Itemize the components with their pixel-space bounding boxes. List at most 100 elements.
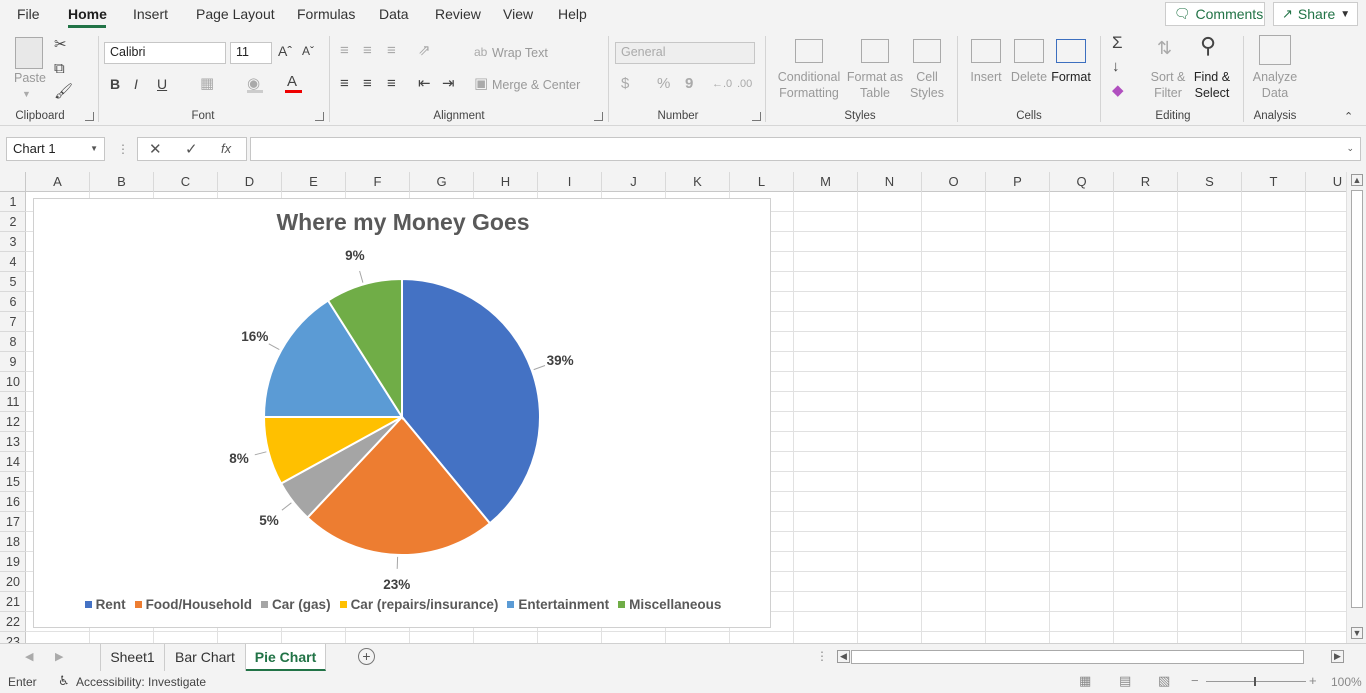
data-label-car-gas[interactable]: 5% <box>259 513 279 528</box>
number-launcher-icon[interactable] <box>752 112 761 121</box>
insert-function-button[interactable]: fx <box>221 141 231 156</box>
font-color-button[interactable]: A <box>287 73 297 91</box>
column-header[interactable]: Q <box>1050 172 1114 192</box>
column-header[interactable]: A <box>26 172 90 192</box>
sheet-tab-bar-chart[interactable]: Bar Chart <box>165 644 246 671</box>
align-center-icon[interactable]: ≡ <box>363 75 372 93</box>
column-header[interactable]: D <box>218 172 282 192</box>
row-header[interactable]: 10 <box>0 372 26 392</box>
row-header[interactable]: 1 <box>0 192 26 212</box>
data-label-miscellaneous[interactable]: 9% <box>345 248 365 263</box>
analyze-data-label-2[interactable]: Data <box>1250 85 1300 101</box>
column-header[interactable]: I <box>538 172 602 192</box>
column-header[interactable]: P <box>986 172 1050 192</box>
row-header[interactable]: 18 <box>0 532 26 552</box>
page-layout-view-icon[interactable]: ▤ <box>1119 673 1131 689</box>
column-header[interactable]: J <box>602 172 666 192</box>
find-select-icon[interactable]: ⚲ <box>1200 35 1216 57</box>
percent-button[interactable]: % <box>657 75 670 93</box>
paste-button-label[interactable]: Paste <box>10 70 50 86</box>
clipboard-launcher-icon[interactable] <box>85 112 94 121</box>
column-header[interactable]: N <box>858 172 922 192</box>
zoom-in-icon[interactable]: + <box>1309 673 1317 688</box>
column-header[interactable]: O <box>922 172 986 192</box>
menu-formulas[interactable]: Formulas <box>297 6 355 22</box>
row-header[interactable]: 3 <box>0 232 26 252</box>
font-name-select[interactable]: Calibri <box>104 42 226 64</box>
accessibility-icon[interactable]: ♿ <box>58 673 70 689</box>
cancel-icon[interactable]: ✕ <box>149 140 162 158</box>
collapse-ribbon-icon[interactable]: ⌃ <box>1344 108 1353 126</box>
delete-cells-button[interactable]: Delete <box>1007 69 1051 85</box>
align-bottom-icon[interactable]: ≡ <box>387 42 396 60</box>
row-header[interactable]: 16 <box>0 492 26 512</box>
insert-cells-icon[interactable] <box>971 39 1001 63</box>
legend-entry-food-household[interactable]: Food/Household <box>134 597 252 612</box>
orientation-icon[interactable]: ⇗ <box>418 42 431 60</box>
data-label-rent[interactable]: 39% <box>547 353 574 368</box>
share-button[interactable]: ↗ Share ▼ <box>1273 2 1358 26</box>
conditional-formatting-label-2[interactable]: Formatting <box>773 85 845 101</box>
column-header[interactable]: B <box>90 172 154 192</box>
align-right-icon[interactable]: ≡ <box>387 75 396 93</box>
comments-button[interactable]: 🗨 Comments <box>1165 2 1265 26</box>
italic-button[interactable]: I <box>134 75 138 93</box>
conditional-formatting-icon[interactable] <box>795 39 823 63</box>
scroll-left-icon[interactable]: ◀ <box>837 650 850 663</box>
format-cells-icon[interactable] <box>1056 39 1086 63</box>
merge-center-icon[interactable]: ▣ <box>474 75 488 93</box>
cell-styles-label-1[interactable]: Cell <box>906 69 948 85</box>
underline-button[interactable]: U <box>157 75 167 93</box>
normal-view-icon[interactable]: ▦ <box>1079 673 1091 689</box>
row-header[interactable]: 7 <box>0 312 26 332</box>
merge-center-button[interactable]: Merge & Center <box>492 77 580 93</box>
more-options-icon[interactable]: ⋮ <box>117 142 129 156</box>
format-as-table-label-1[interactable]: Format as <box>846 69 904 85</box>
name-box[interactable]: Chart 1 ▼ <box>6 137 105 161</box>
column-header[interactable]: L <box>730 172 794 192</box>
align-top-icon[interactable]: ≡ <box>340 42 349 60</box>
legend-entry-rent[interactable]: Rent <box>84 597 126 612</box>
analyze-data-label-1[interactable]: Analyze <box>1250 69 1300 85</box>
menu-review[interactable]: Review <box>435 6 481 22</box>
column-header[interactable]: R <box>1114 172 1178 192</box>
row-header[interactable]: 20 <box>0 572 26 592</box>
bold-button[interactable]: B <box>110 75 120 93</box>
next-sheet-icon[interactable]: ▶ <box>55 650 63 663</box>
add-sheet-icon[interactable]: + <box>358 648 375 665</box>
expand-formula-icon[interactable]: ⌄ <box>1346 143 1354 154</box>
column-header[interactable]: M <box>794 172 858 192</box>
scroll-up-icon[interactable]: ▲ <box>1351 174 1363 186</box>
column-header[interactable]: K <box>666 172 730 192</box>
formula-input[interactable]: ⌄ <box>250 137 1361 161</box>
fill-icon[interactable]: ↓ <box>1112 58 1120 76</box>
format-as-table-label-2[interactable]: Table <box>846 85 904 101</box>
zoom-level[interactable]: 100% <box>1331 675 1362 689</box>
zoom-out-icon[interactable]: − <box>1191 673 1199 688</box>
increase-decimal-icon[interactable]: ←.0 <box>712 75 732 93</box>
comma-button[interactable]: 9 <box>685 75 693 93</box>
row-header[interactable]: 8 <box>0 332 26 352</box>
menu-view[interactable]: View <box>503 6 533 22</box>
vertical-scrollbar[interactable]: ▲ ▼ <box>1346 172 1366 643</box>
menu-page-layout[interactable]: Page Layout <box>196 6 275 22</box>
decrease-decimal-icon[interactable]: .00 <box>737 75 752 93</box>
increase-indent-icon[interactable]: ⇥ <box>442 75 455 93</box>
format-as-table-icon[interactable] <box>861 39 889 63</box>
tab-split-handle-icon[interactable]: ⋮ <box>816 649 828 663</box>
data-label-car-repairs-insurance[interactable]: 8% <box>229 451 249 466</box>
row-header[interactable]: 2 <box>0 212 26 232</box>
column-header[interactable]: T <box>1242 172 1306 192</box>
sort-filter-label-2[interactable]: Filter <box>1146 85 1190 101</box>
insert-cells-button[interactable]: Insert <box>964 69 1008 85</box>
scroll-thumb[interactable] <box>1351 190 1363 608</box>
font-size-select[interactable]: 11 <box>230 42 272 64</box>
horizontal-scroll-thumb[interactable] <box>851 650 1304 664</box>
row-header[interactable]: 9 <box>0 352 26 372</box>
select-all-button[interactable] <box>0 172 26 192</box>
zoom-slider-thumb[interactable] <box>1254 677 1256 686</box>
paste-dropdown-icon[interactable]: ▼ <box>22 85 31 103</box>
copy-icon[interactable]: ⧉ <box>54 60 65 78</box>
sort-filter-icon[interactable]: ⇅ <box>1157 39 1172 57</box>
sheet-tab-sheet1[interactable]: Sheet1 <box>101 644 165 671</box>
